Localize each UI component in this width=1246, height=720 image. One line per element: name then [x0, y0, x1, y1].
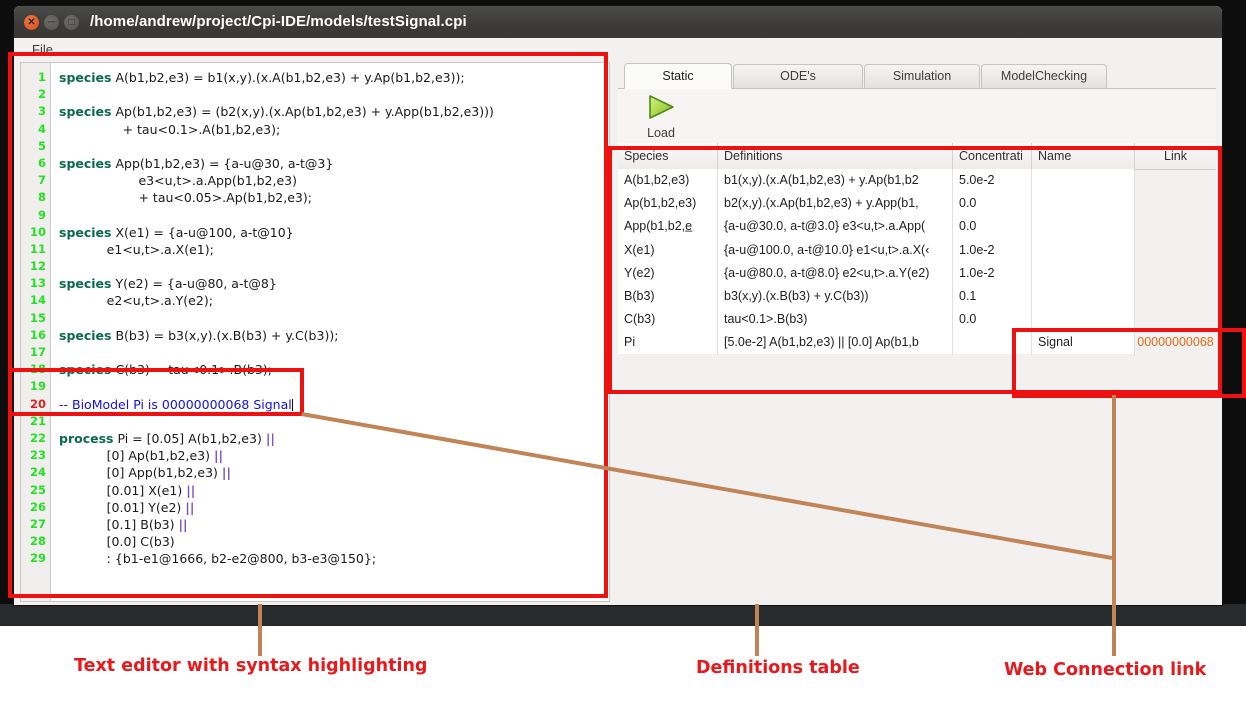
minimize-icon: ─: [47, 17, 56, 28]
caption-editor: Text editor with syntax highlighting: [74, 656, 428, 676]
close-icon: ✕: [27, 17, 36, 28]
close-button[interactable]: ✕: [24, 15, 39, 30]
load-button[interactable]: Load: [632, 91, 690, 141]
load-button-label: Load: [647, 126, 675, 140]
leader-line-web: [1112, 395, 1116, 656]
tab-ode-s[interactable]: ODE's: [733, 64, 863, 88]
tab-modelchecking[interactable]: ModelChecking: [981, 64, 1107, 88]
window-title: /home/andrew/project/Cpi-IDE/models/test…: [90, 13, 467, 30]
maximize-button[interactable]: □: [64, 15, 79, 30]
tab-static[interactable]: Static: [624, 63, 732, 89]
tab-simulation[interactable]: Simulation: [864, 64, 980, 88]
leader-line-editor: [258, 604, 262, 656]
caption-definitions: Definitions table: [696, 658, 860, 678]
minimize-button[interactable]: ─: [44, 15, 59, 30]
annotation-box-editor: [8, 52, 608, 598]
annotation-box-comment: [8, 368, 304, 416]
play-triangle-icon: [632, 93, 690, 126]
window-titlebar[interactable]: ✕ ─ □ /home/andrew/project/Cpi-IDE/model…: [14, 6, 1222, 38]
annotation-box-signal: [1012, 328, 1246, 398]
toolbar: Load: [618, 89, 1216, 144]
taskbar-strip: [0, 604, 1246, 626]
leader-line-definitions: [755, 604, 759, 656]
caption-web-connection: Web Connection link: [1004, 660, 1207, 680]
tab-bar: Static ODE's Simulation ModelChecking: [618, 62, 1216, 89]
maximize-icon: □: [68, 17, 75, 28]
